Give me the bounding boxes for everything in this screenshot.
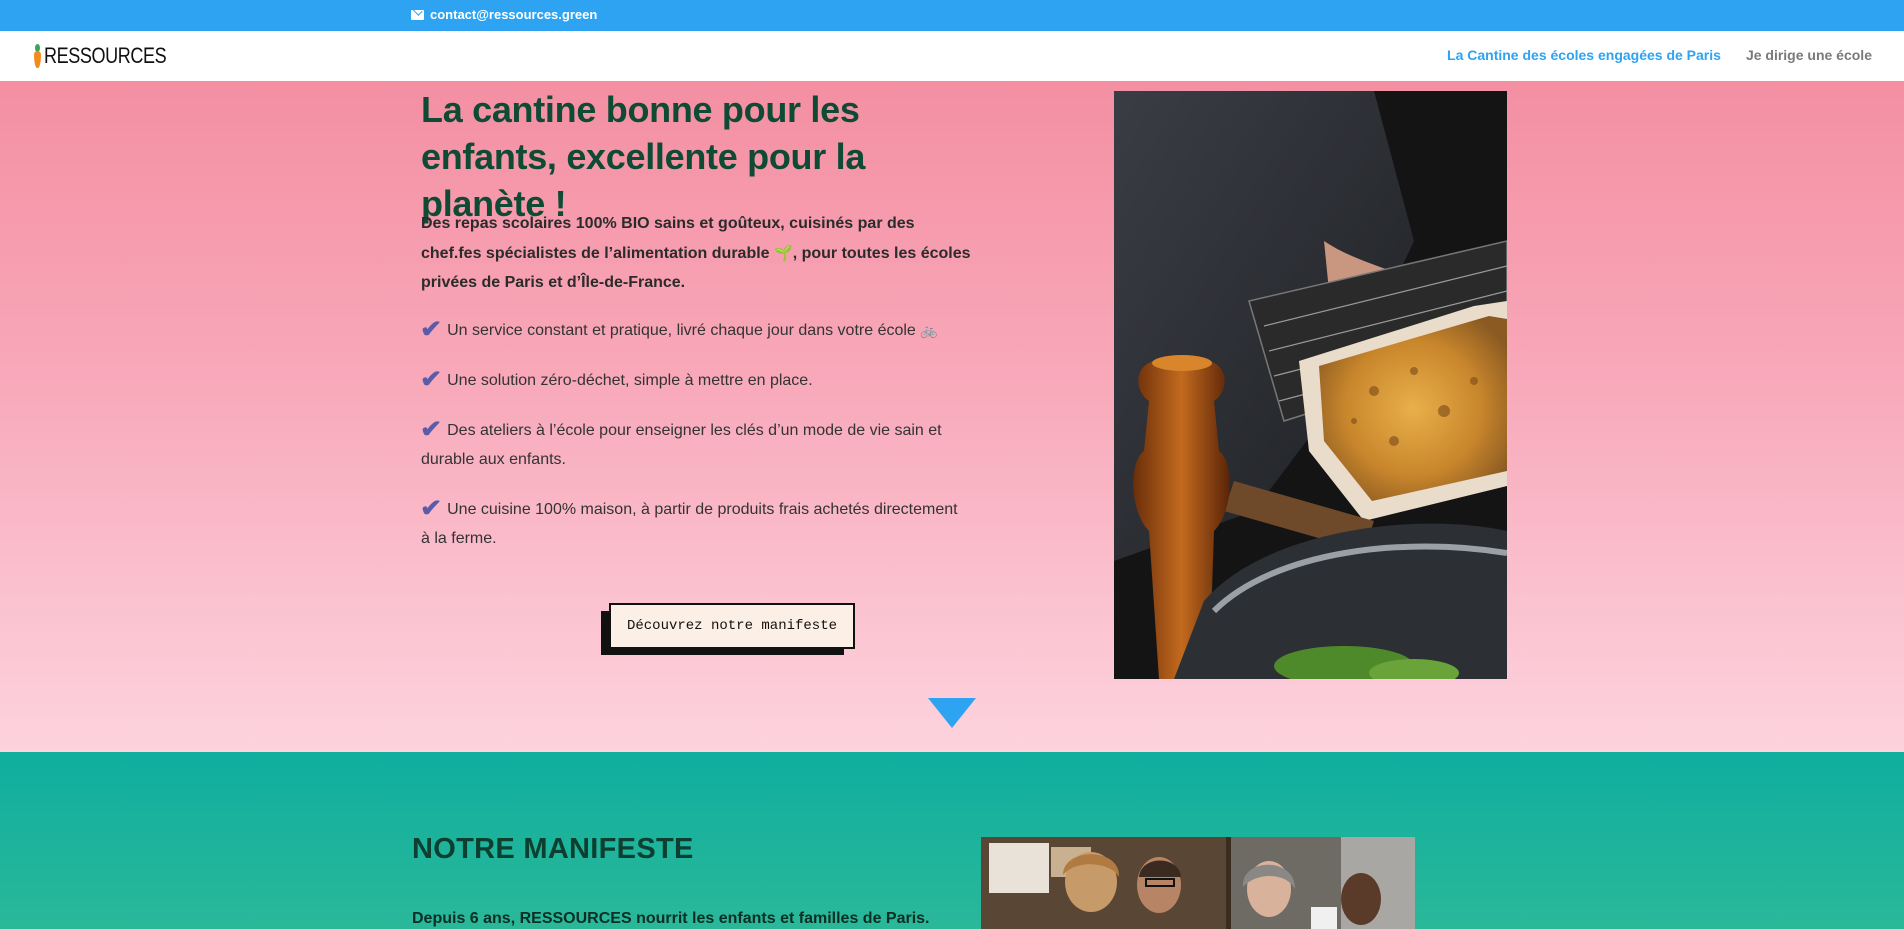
carrot-icon [32,43,42,69]
sprout-icon: 🌱 [774,244,793,262]
list-item: ✔ Une solution zéro-déchet, simple à mett… [419,365,966,395]
team-photo [981,837,1415,929]
manifesto-section: NOTRE MANIFESTE Depuis 6 ans, RESSOURCES… [0,752,1904,929]
main-nav: La Cantine des écoles engagées de Paris … [1447,47,1872,63]
list-item: ✔ Un service constant et pratique, livré … [419,315,966,345]
scroll-down-icon[interactable] [928,698,976,728]
nav-link-je-dirige[interactable]: Je dirige une école [1746,47,1872,63]
main-header: RESSOURCES La Cantine des écoles engagée… [0,31,1904,81]
checkmark-icon: ✔ [419,495,443,522]
checkmark-icon: ✔ [419,366,443,393]
envelope-icon [411,9,424,20]
chef-gratin-photo [1114,91,1507,679]
feature-list: ✔ Un service constant et pratique, livré … [419,315,966,573]
cta-wrapper: Découvrez notre manifeste [601,603,855,655]
manifesto-text: Depuis 6 ans, RESSOURCES nourrit les enf… [412,910,930,927]
bicycle-icon: 🚲 [920,322,938,338]
feature-text: Une solution zéro-déchet, simple à mettr… [447,372,813,389]
feature-text: Un service constant et pratique, livré c… [447,322,916,339]
hero-section: La cantine bonne pour les enfants, excel… [0,81,1904,752]
list-item: ✔ Une cuisine 100% maison, à partir de pr… [419,494,966,553]
checkmark-icon: ✔ [419,316,443,343]
hero-title: La cantine bonne pour les enfants, excel… [421,89,866,224]
hero-intro: Des repas scolaires 100% BIO sains et go… [421,209,971,298]
email-text[interactable]: contact@ressources.green [430,7,597,22]
feature-text: Des ateliers à l’école pour enseigner le… [421,422,942,468]
manifesto-button[interactable]: Découvrez notre manifeste [609,603,855,649]
top-bar: contact@ressources.green [0,0,1904,31]
contact-email[interactable]: contact@ressources.green [411,7,597,22]
checkmark-icon: ✔ [419,416,443,443]
logo[interactable]: RESSOURCES [32,43,193,69]
feature-text: Une cuisine 100% maison, à partir de pro… [421,501,958,547]
logo-text: RESSOURCES [44,43,167,68]
manifesto-title: NOTRE MANIFESTE [412,833,694,865]
nav-link-cantine[interactable]: La Cantine des écoles engagées de Paris [1447,47,1721,63]
list-item: ✔ Des ateliers à l’école pour enseigner l… [419,415,966,474]
